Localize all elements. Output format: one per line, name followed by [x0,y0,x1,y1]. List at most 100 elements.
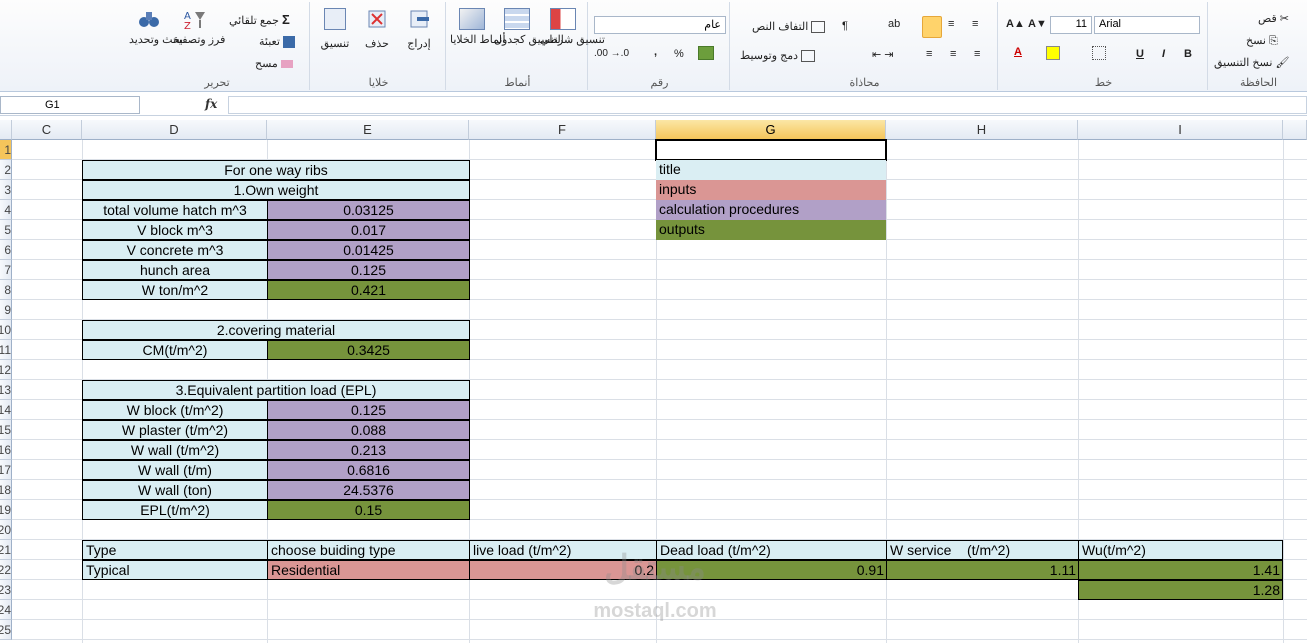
epl-label[interactable]: EPL(t/m^2) [82,500,268,520]
epl-output[interactable]: 0.15 [267,500,470,520]
legend-inputs[interactable]: inputs [656,180,886,200]
row-header[interactable]: 9 [0,300,12,320]
autosum-button[interactable]: جمع تلقائي Σ [229,12,290,27]
spreadsheet-grid[interactable]: C D E F G H I 12345678910111213141516171… [0,120,1307,643]
legend-title[interactable]: title [656,160,886,180]
sort-filter-button[interactable]: AZ فرز وتصفية [173,8,225,47]
wu-output-alt[interactable]: 1.28 [1078,580,1283,600]
epl-value[interactable]: 0.088 [267,420,470,440]
epl-label[interactable]: W wall (t/m^2) [82,440,268,460]
own-weight-value[interactable]: 0.017 [267,220,470,240]
insert-cells-button[interactable]: إدراج [400,8,438,51]
row-header[interactable]: 8 [0,280,12,300]
covering-output[interactable]: 0.3425 [267,340,470,360]
row-header[interactable]: 14 [0,400,12,420]
summary-header[interactable]: W service (t/m^2) [886,540,1079,560]
own-weight-label[interactable]: hunch area [82,260,268,280]
covering-title[interactable]: 2.covering material [82,320,470,340]
column-header-c[interactable]: C [12,120,82,140]
row-header[interactable]: 15 [0,420,12,440]
font-name-select[interactable]: Arial [1094,16,1200,34]
select-all-corner[interactable] [0,120,12,140]
row-header[interactable]: 10 [0,320,12,340]
epl-value[interactable]: 24.5376 [267,480,470,500]
merge-center-button[interactable]: دمج وتوسيط [740,49,816,63]
decimal-buttons[interactable]: .00 →.0 [594,48,629,59]
column-header-h[interactable]: H [886,120,1078,140]
legend-outputs[interactable]: outputs [656,220,886,240]
epl-label[interactable]: W wall (ton) [82,480,268,500]
own-weight-label[interactable]: W ton/m^2 [82,280,268,300]
wu-output[interactable]: 1.41 [1078,560,1283,580]
borders-button[interactable] [1092,46,1106,60]
row-header[interactable]: 12 [0,360,12,380]
own-weight-label[interactable]: V block m^3 [82,220,268,240]
text-direction-button[interactable]: ¶ [842,20,848,32]
row-header[interactable]: 22 [0,560,12,580]
row-header[interactable]: 17 [0,460,12,480]
copy-button[interactable]: نسخ ⎘ [1246,34,1278,48]
format-cells-button[interactable]: تنسيق [316,8,354,51]
row-header[interactable]: 5 [0,220,12,240]
own-weight-output[interactable]: 0.421 [267,280,470,300]
find-select-button[interactable]: بحث وتحديد [129,8,183,47]
underline-button[interactable]: U [1136,48,1144,60]
row-header[interactable]: 7 [0,260,12,280]
fill-button[interactable]: تعبئة [259,35,295,49]
selected-cell-g1[interactable] [655,139,887,161]
comma-button[interactable]: , [654,46,657,58]
align-bottom-button[interactable] [922,16,942,38]
row-header[interactable]: 25 [0,620,12,640]
name-box[interactable]: G1 [0,96,140,114]
row-header[interactable]: 24 [0,600,12,620]
align-middle-button[interactable]: ≡ [948,18,954,30]
align-right-button[interactable]: ≡ [926,48,932,60]
cut-button[interactable]: قص ✂ [1258,12,1289,25]
delete-cells-button[interactable]: حذف [360,8,394,51]
row-header[interactable]: 2 [0,160,12,180]
column-header-i[interactable]: I [1078,120,1283,140]
conditional-format-button[interactable]: تنسيق شرطي [540,8,605,47]
cell-styles-button[interactable]: أنماط الخلايا [450,8,506,47]
epl-value[interactable]: 0.6816 [267,460,470,480]
summary-header[interactable]: choose buiding type [267,540,470,560]
indent-buttons[interactable]: ⇤ ⇥ [872,48,894,61]
epl-title[interactable]: 3.Equivalent partition load (EPL) [82,380,470,400]
align-center-button[interactable]: ≡ [950,48,956,60]
building-type-input[interactable]: Residential [267,560,470,580]
row-header[interactable]: 16 [0,440,12,460]
percent-button[interactable]: % [674,48,684,60]
row-header[interactable]: 3 [0,180,12,200]
own-weight-value[interactable]: 0.03125 [267,200,470,220]
own-weight-label[interactable]: total volume hatch m^3 [82,200,268,220]
insert-function-button[interactable]: fx [205,97,217,111]
w-service-output[interactable]: 1.11 [886,560,1079,580]
wrap-text-button[interactable]: التفاف النص [752,20,826,34]
row-header[interactable]: 19 [0,500,12,520]
own-weight-label[interactable]: V concrete m^3 [82,240,268,260]
column-header-f[interactable]: F [469,120,656,140]
epl-label[interactable]: W wall (t/m) [82,460,268,480]
bold-button[interactable]: B [1184,48,1192,60]
epl-value[interactable]: 0.213 [267,440,470,460]
clear-button[interactable]: مسح [255,57,293,70]
own-weight-title[interactable]: 1.Own weight [82,180,470,200]
shrink-font-button[interactable]: A▼ [1028,18,1047,30]
heading-cell[interactable]: For one way ribs [82,160,470,180]
own-weight-value[interactable]: 0.01425 [267,240,470,260]
orientation-button[interactable]: ab [888,18,900,30]
row-header[interactable]: 6 [0,240,12,260]
column-header-e[interactable]: E [267,120,469,140]
row-header[interactable]: 11 [0,340,12,360]
row-header[interactable]: 21 [0,540,12,560]
own-weight-value[interactable]: 0.125 [267,260,470,280]
align-top-button[interactable]: ≡ [972,18,978,30]
type-value[interactable]: Typical [82,560,268,580]
currency-button[interactable] [698,46,714,60]
fill-color-button[interactable] [1046,46,1060,60]
column-header-g[interactable]: G [656,120,886,140]
align-left-button[interactable]: ≡ [974,48,980,60]
column-header-d[interactable]: D [82,120,267,140]
row-header[interactable]: 1 [0,140,12,160]
epl-label[interactable]: W plaster (t/m^2) [82,420,268,440]
